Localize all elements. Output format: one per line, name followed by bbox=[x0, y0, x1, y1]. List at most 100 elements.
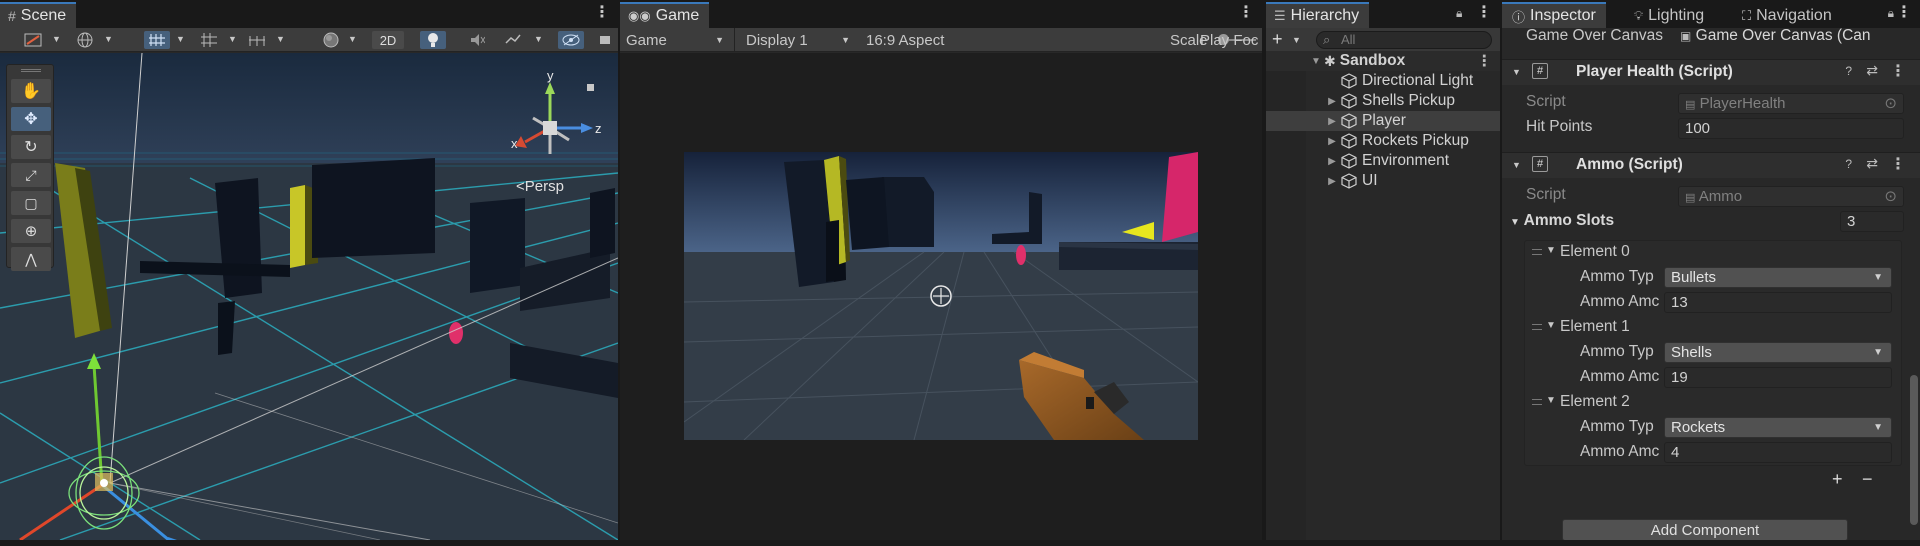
scene-visibility-icon[interactable] bbox=[558, 31, 584, 49]
scale-tool-button[interactable]: ⤢ bbox=[11, 163, 51, 187]
ammo-slots-foldout[interactable]: ▼ Ammo Slots bbox=[1510, 212, 1614, 230]
foldout-arrow-icon[interactable]: ▼ bbox=[1546, 245, 1556, 256]
foldout-arrow-icon[interactable]: ▼ bbox=[1546, 395, 1556, 406]
ammo-amount-field[interactable]: 19 bbox=[1664, 367, 1892, 388]
lightbulb-icon[interactable] bbox=[420, 31, 446, 49]
hierarchy-root-sandbox[interactable]: ▼ ✱ Sandbox ⋮ bbox=[1266, 51, 1500, 71]
add-component-button[interactable]: Add Component bbox=[1562, 519, 1848, 540]
ammo-header[interactable]: ▼ # Ammo (Script) ? ⇄ ⋮ bbox=[1502, 152, 1920, 178]
create-dropdown-icon[interactable]: ▼ bbox=[1292, 35, 1301, 45]
gameobject-cube-icon bbox=[1341, 73, 1357, 89]
foldout-arrow-icon[interactable]: ▼ bbox=[1512, 67, 1521, 77]
foldout-arrow-icon[interactable]: ▼ bbox=[1512, 160, 1521, 170]
create-plus-icon[interactable]: + bbox=[1272, 29, 1283, 50]
transform-tool-button[interactable]: ⊕ bbox=[11, 219, 51, 243]
game-kebab-menu-icon[interactable]: ⋮ bbox=[1238, 3, 1254, 23]
gizmo-lock-icon[interactable] bbox=[587, 84, 594, 91]
mode-2d-button[interactable]: 2D bbox=[372, 31, 404, 49]
hierarchy-item[interactable]: ▶ Rockets Pickup bbox=[1266, 131, 1500, 151]
ammo-amount-field[interactable]: 13 bbox=[1664, 292, 1892, 313]
ammo-type-dropdown[interactable]: Bullets ▼ bbox=[1664, 267, 1892, 288]
projection-label[interactable]: <Persp bbox=[516, 178, 564, 195]
ammo-type-dropdown[interactable]: Shells ▼ bbox=[1664, 342, 1892, 363]
help-icon[interactable]: ? bbox=[1845, 64, 1852, 78]
tab-lighting[interactable]: 💡︎ Lighting bbox=[1626, 2, 1714, 28]
custom-tool-button[interactable]: ⋀ bbox=[11, 247, 51, 271]
hand-tool-button[interactable]: ✋ bbox=[11, 79, 51, 103]
presets-icon[interactable]: ⇄ bbox=[1866, 62, 1878, 79]
draw-mode-icon[interactable] bbox=[20, 31, 46, 49]
collapsed-arrow-icon[interactable]: ▶ bbox=[1324, 176, 1340, 187]
expanded-arrow-icon[interactable]: ▼ bbox=[1308, 56, 1324, 67]
increment-snap-dropdown-icon[interactable]: ▼ bbox=[276, 34, 285, 44]
help-icon[interactable]: ? bbox=[1845, 157, 1852, 171]
hierarchy-item[interactable]: ▶ Player bbox=[1266, 111, 1500, 131]
hierarchy-kebab-menu-icon[interactable]: ⋮ bbox=[1476, 3, 1492, 23]
effects-dropdown-icon[interactable]: ▼ bbox=[534, 34, 543, 44]
play-focused-toggle[interactable]: Play Foc bbox=[1200, 28, 1262, 52]
display-select[interactable]: Display 1 ▼ bbox=[746, 28, 856, 52]
ammo-amount-field[interactable]: 4 bbox=[1664, 442, 1892, 463]
scene-kebab-icon[interactable]: ⋮ bbox=[1477, 52, 1493, 71]
globe-icon[interactable] bbox=[72, 31, 98, 49]
inspector-lock-icon[interactable]: 🔒︎ bbox=[1888, 6, 1894, 21]
component-menu-icon[interactable]: ⋮ bbox=[1890, 154, 1906, 174]
effects-icon[interactable] bbox=[500, 31, 526, 49]
increment-snap-icon[interactable] bbox=[244, 31, 270, 49]
lock-icon[interactable]: 🔒︎ bbox=[1456, 6, 1462, 21]
rotate-tool-button[interactable]: ↻ bbox=[11, 135, 51, 159]
palette-grip-icon[interactable] bbox=[21, 69, 41, 72]
hierarchy-item-label: UI bbox=[1362, 172, 1378, 189]
foldout-arrow-icon[interactable]: ▼ bbox=[1546, 320, 1556, 331]
tab-navigation-label: Navigation bbox=[1756, 7, 1832, 24]
inspector-kebab-menu-icon[interactable]: ⋮ bbox=[1896, 3, 1912, 23]
inspector-scrollbar[interactable] bbox=[1910, 375, 1918, 525]
hit-points-field[interactable]: 100 bbox=[1678, 118, 1904, 139]
ammo-slots-size-field[interactable]: 3 bbox=[1840, 211, 1904, 232]
foldout-arrow-icon: ▼ bbox=[1510, 217, 1520, 228]
move-tool-button[interactable]: ✥ bbox=[11, 107, 51, 131]
draw-mode-dropdown-icon[interactable]: ▼ bbox=[52, 34, 61, 44]
add-element-button[interactable]: + bbox=[1832, 469, 1843, 490]
game-view-select[interactable]: Game ▼ bbox=[626, 28, 730, 52]
game-over-canvas-field[interactable]: ▣ Game Over Canvas (Can bbox=[1680, 27, 1920, 45]
audio-mute-icon[interactable] bbox=[464, 31, 490, 49]
ammo-type-dropdown[interactable]: Rockets ▼ bbox=[1664, 417, 1892, 438]
remove-element-button[interactable]: − bbox=[1862, 469, 1873, 490]
collapsed-arrow-icon[interactable]: ▶ bbox=[1324, 96, 1340, 107]
tab-inspector[interactable]: ⓘ Inspector bbox=[1502, 2, 1606, 28]
collapsed-arrow-icon[interactable]: ▶ bbox=[1324, 116, 1340, 127]
gizmo-dropdown-icon[interactable]: ▼ bbox=[176, 34, 185, 44]
globe-dropdown-icon[interactable]: ▼ bbox=[104, 34, 113, 44]
orientation-gizmo[interactable]: y z x bbox=[505, 68, 605, 158]
camera-icon[interactable] bbox=[594, 31, 618, 49]
tab-navigation[interactable]: ⛶ Navigation bbox=[1734, 2, 1842, 28]
axis-x-label: x bbox=[511, 136, 518, 151]
hierarchy-search-input[interactable]: ⌕ All bbox=[1316, 31, 1492, 49]
game-viewport[interactable] bbox=[684, 152, 1198, 440]
tab-game[interactable]: ◉◉ Game bbox=[620, 2, 710, 28]
player-health-header[interactable]: ▼ # Player Health (Script) ? ⇄ ⋮ bbox=[1502, 59, 1920, 85]
collapsed-arrow-icon[interactable]: ▶ bbox=[1324, 156, 1340, 167]
rect-tool-button[interactable]: ▢ bbox=[11, 191, 51, 215]
component-menu-icon[interactable]: ⋮ bbox=[1890, 61, 1906, 81]
hierarchy-item[interactable]: Directional Light bbox=[1266, 71, 1500, 91]
drag-handle-icon[interactable] bbox=[1532, 249, 1542, 255]
hierarchy-item[interactable]: ▶ Environment bbox=[1266, 151, 1500, 171]
gameobject-cube-icon bbox=[1341, 153, 1357, 169]
grid-snap-icon[interactable] bbox=[196, 31, 222, 49]
grid-snap-dropdown-icon[interactable]: ▼ bbox=[228, 34, 237, 44]
tab-hierarchy[interactable]: ☰ Hierarchy bbox=[1266, 2, 1370, 28]
scene-kebab-menu-icon[interactable]: ⋮ bbox=[594, 3, 610, 23]
gizmo-toggle-icon[interactable] bbox=[144, 31, 170, 49]
hierarchy-item[interactable]: ▶ UI bbox=[1266, 171, 1500, 191]
shading-sphere-icon[interactable] bbox=[318, 31, 344, 49]
drag-handle-icon[interactable] bbox=[1532, 324, 1542, 330]
presets-icon[interactable]: ⇄ bbox=[1866, 155, 1878, 172]
hierarchy-item[interactable]: ▶ Shells Pickup bbox=[1266, 91, 1500, 111]
shading-dropdown-icon[interactable]: ▼ bbox=[348, 34, 357, 44]
drag-handle-icon[interactable] bbox=[1532, 399, 1542, 405]
collapsed-arrow-icon[interactable]: ▶ bbox=[1324, 136, 1340, 147]
ammo-amount-label: Ammo Amc bbox=[1580, 368, 1660, 385]
tab-scene[interactable]: # Scene bbox=[0, 2, 77, 28]
